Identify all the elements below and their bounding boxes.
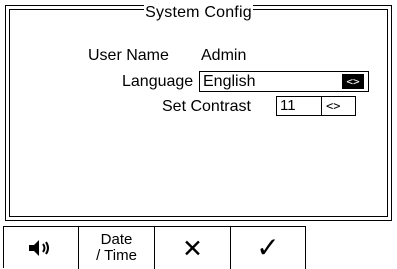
contrast-value: 11 <box>280 97 296 114</box>
contrast-label: Set Contrast <box>162 98 251 115</box>
check-icon: ✓ <box>256 231 280 264</box>
date-time-button[interactable]: Date / Time <box>79 227 155 269</box>
contrast-arrow-button[interactable]: <> <box>326 97 340 115</box>
language-arrow-button[interactable]: <> <box>342 74 364 89</box>
system-config-screen: System Config User Name Admin Language E… <box>0 0 397 269</box>
screen-title-text: System Config <box>144 4 253 21</box>
date-time-line-1: Date <box>100 231 133 248</box>
softkey-bar: Date / Time ✕ ✓ <box>3 226 306 269</box>
contrast-divider <box>321 97 322 115</box>
language-select[interactable]: English <> <box>199 71 369 92</box>
speaker-icon <box>29 240 49 256</box>
close-icon: ✕ <box>182 233 203 263</box>
screen-title: System Config <box>0 0 397 26</box>
language-value: English <box>203 73 256 90</box>
confirm-button[interactable]: ✓ <box>231 227 306 269</box>
user-name-value: Admin <box>201 47 247 64</box>
date-time-line-2: / Time <box>96 247 137 264</box>
language-label: Language <box>122 73 194 90</box>
volume-button[interactable] <box>4 227 79 269</box>
date-time-label: Date / Time <box>96 232 137 264</box>
contrast-stepper[interactable]: 11 <> <box>276 96 356 116</box>
cancel-button[interactable]: ✕ <box>155 227 231 269</box>
user-name-label: User Name <box>88 47 169 64</box>
